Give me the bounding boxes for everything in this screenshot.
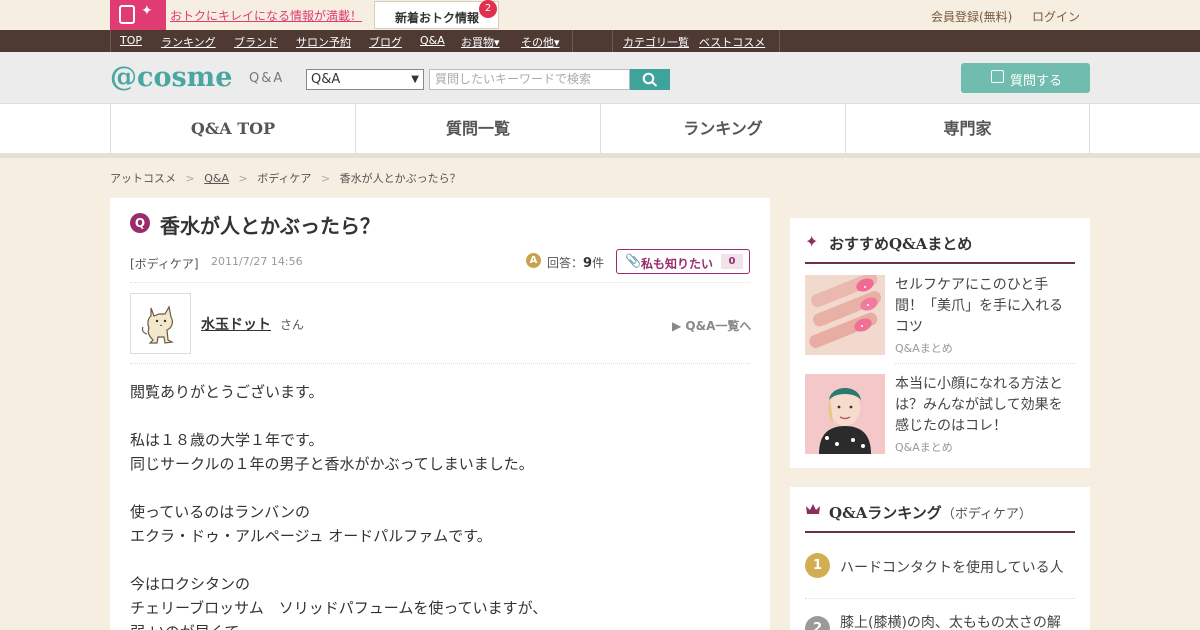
- chevron-down-icon: ▼: [411, 74, 419, 85]
- ranking-header: Q&Aランキング（ボディケア）: [805, 499, 1075, 533]
- promo-bag-icon[interactable]: ✦: [110, 0, 166, 30]
- breadcrumb-qa[interactable]: Q&A: [204, 172, 229, 185]
- recommended-item-type: Q&Aまとめ: [895, 441, 953, 454]
- body-line: エクラ・ドゥ・アルページュ オードパルファムです。: [130, 527, 492, 545]
- login-link[interactable]: ログイン: [1032, 8, 1080, 25]
- search-placeholder: 質問したいキーワードで検索: [435, 72, 592, 86]
- news-deals-tab[interactable]: 新着おトク情報 2: [374, 0, 499, 29]
- question-title: 香水が人とかぶったら？: [160, 214, 380, 238]
- nav-other[interactable]: その他▾: [521, 34, 560, 50]
- body-line: [130, 476, 750, 500]
- question-card: Q 香水が人とかぶったら？ [ボディケア] 2011/7/27 14:56 A …: [110, 198, 770, 630]
- user-avatar[interactable]: [130, 293, 191, 354]
- crown-icon: [805, 501, 821, 520]
- pencil-icon: [991, 70, 1004, 83]
- user-honorific: さん: [280, 318, 305, 332]
- nav-best-cosme[interactable]: ベストコスメ: [699, 34, 765, 50]
- divider: [895, 363, 1075, 364]
- tab-ranking[interactable]: ランキング: [600, 104, 845, 153]
- breadcrumb-bodycare[interactable]: ボディケア: [257, 172, 311, 185]
- recommended-item[interactable]: セルフケアにこのひと手間！「美爪」を手に入れるコツ Q&Aまとめ: [805, 275, 1075, 355]
- recommended-qa-box: ✦ おすすめQ&Aまとめ セルフケアにこのひと手間！「美爪」を手に入れるコツ Q…: [790, 218, 1090, 468]
- body-line: [130, 548, 750, 572]
- tab-question-list[interactable]: 質問一覧: [355, 104, 600, 153]
- ask-question-label: 質問する: [1010, 74, 1063, 89]
- body-line: チェリーブロッサム ソリッドパフュームを使っていますが、: [130, 599, 548, 617]
- tab-experts[interactable]: 専門家: [845, 104, 1090, 153]
- answer-icon: A: [526, 253, 541, 268]
- nav-qa[interactable]: Q&A: [420, 34, 445, 47]
- face-thumbnail: [805, 374, 885, 454]
- divider: [130, 363, 750, 364]
- recommended-title: おすすめQ&Aまとめ: [829, 235, 973, 253]
- paperclip-icon: 📎: [625, 254, 642, 269]
- question-body: 閲覧ありがとうございます。 私は１８歳の大学１年です。 同じサークルの１年の男子…: [130, 380, 750, 630]
- search-scope-select[interactable]: Q&A ▼: [306, 69, 424, 90]
- me-too-count: 0: [721, 254, 743, 269]
- breadcrumb: アットコスメ > Q&A > ボディケア > 香水が人とかぶったら？: [110, 172, 461, 185]
- cat-avatar-icon: [141, 305, 174, 344]
- recommended-item-title: セルフケアにこのひと手間！「美爪」を手に入れるコツ: [895, 277, 1063, 335]
- answer-count-value: 9: [583, 256, 593, 271]
- global-nav: TOP ランキング ブランド サロン予約 ブログ Q&A お買物▾ その他▾ カ…: [0, 30, 1200, 52]
- nav-ranking[interactable]: ランキング: [161, 34, 216, 50]
- me-too-label: 私も知りたい: [641, 257, 714, 271]
- search-icon: [642, 72, 658, 87]
- username-link[interactable]: 水玉ドット: [201, 314, 271, 334]
- body-line: 使っているのはランバンの: [130, 503, 311, 521]
- nav-salon[interactable]: サロン予約: [296, 34, 351, 50]
- body-line: [130, 404, 750, 428]
- tab-qa-top[interactable]: Q&A TOP: [110, 104, 355, 153]
- breadcrumb-home[interactable]: アットコスメ: [110, 172, 176, 185]
- question-date: 2011/7/27 14:56: [211, 255, 303, 268]
- breadcrumb-current: 香水が人とかぶったら？: [339, 172, 461, 185]
- answer-count: 回答：9件: [547, 256, 605, 271]
- news-deals-label: 新着おトク情報: [395, 11, 480, 25]
- cosme-logo[interactable]: @cosme: [110, 62, 232, 93]
- nav-top[interactable]: TOP: [120, 34, 142, 47]
- ask-question-button[interactable]: 質問する: [961, 63, 1090, 93]
- rank-badge: 1: [805, 553, 830, 578]
- search-button[interactable]: [630, 69, 670, 90]
- qa-ranking-box: Q&Aランキング（ボディケア） 1 ハードコンタクトを使用している人 2 膝上(…: [790, 487, 1090, 630]
- question-category[interactable]: [ボディケア]: [130, 255, 199, 272]
- body-line: 弱 いのが早くて: [130, 620, 750, 630]
- rank-badge: 2: [805, 616, 830, 630]
- sparkle-icon: ✦: [805, 232, 819, 251]
- nav-brand[interactable]: ブランド: [234, 34, 278, 50]
- search-input[interactable]: 質問したいキーワードで検索: [429, 69, 630, 90]
- body-line: 私は１８歳の大学１年です。: [130, 431, 324, 449]
- me-too-button[interactable]: 📎 私も知りたい 0: [616, 249, 750, 274]
- body-line: 閲覧ありがとうございます。: [130, 383, 324, 401]
- qa-list-link[interactable]: ▶ Q&A一覧へ: [672, 317, 751, 334]
- qa-tabs: Q&A TOP 質問一覧 ランキング 専門家: [0, 104, 1200, 158]
- body-line: 同じサークルの１年の男子と香水がかぶってしまいました。: [130, 455, 534, 473]
- search-scope-value: Q&A: [311, 72, 341, 87]
- ranking-title: Q&Aランキング（ボディケア）: [829, 504, 1032, 522]
- news-count-badge: 2: [479, 0, 497, 18]
- recommended-header: ✦ おすすめQ&Aまとめ: [805, 230, 1075, 264]
- promo-bar: ✦ おトクにキレイになる情報が満載！ 新着おトク情報 2 会員登録(無料) ログ…: [0, 0, 1200, 30]
- recommended-item-title: 本当に小顔になれる方法とは？みんなが試して効果を感じたのはコレ！: [895, 376, 1063, 434]
- nav-category-list[interactable]: カテゴリ一覧: [623, 34, 689, 50]
- ranking-item-title: ハードコンタクトを使用している人: [840, 560, 1064, 576]
- body-line: 今はロクシタンの: [130, 575, 251, 593]
- recommended-item[interactable]: 本当に小顔になれる方法とは？みんなが試して効果を感じたのはコレ！ Q&Aまとめ: [805, 374, 1075, 454]
- divider: [130, 282, 750, 283]
- ranking-item-title: 膝上(膝横)の肉、太ももの太さの解: [840, 615, 1061, 630]
- promo-link[interactable]: おトクにキレイになる情報が満載！: [170, 7, 362, 24]
- divider: [805, 598, 1075, 599]
- register-link[interactable]: 会員登録(無料): [931, 8, 1012, 25]
- site-header: @cosme Q&A Q&A ▼ 質問したいキーワードで検索 質問する: [0, 52, 1200, 104]
- nav-shopping[interactable]: お買物▾: [461, 34, 500, 50]
- logo-subtitle: Q&A: [249, 71, 285, 86]
- nav-blog[interactable]: ブログ: [369, 34, 402, 50]
- recommended-item-type: Q&Aまとめ: [895, 342, 953, 355]
- question-icon: Q: [130, 213, 150, 233]
- nail-thumbnail: [805, 275, 885, 355]
